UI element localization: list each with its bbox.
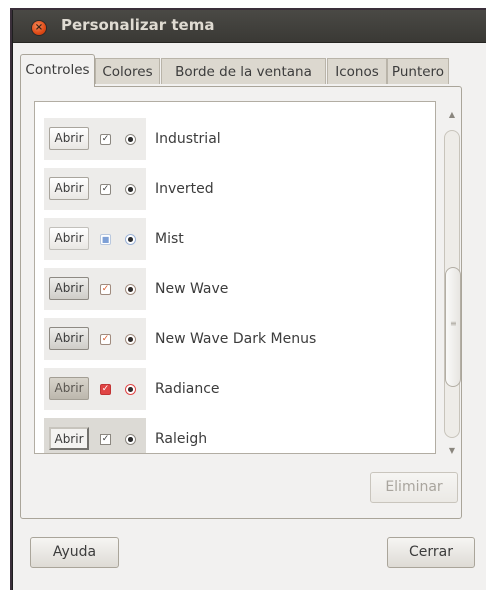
- preview-open-button: Abrir: [49, 127, 89, 150]
- theme-name: Mist: [155, 231, 184, 247]
- theme-name: Industrial: [155, 131, 221, 147]
- theme-name: New Wave: [155, 281, 229, 297]
- theme-row-industrial[interactable]: Abrir ✓ Industrial: [35, 114, 435, 164]
- preview-checkbox-icon: ✓: [100, 284, 111, 295]
- tab-controles[interactable]: Controles: [20, 54, 95, 87]
- preview-checkbox-icon: ✓: [100, 134, 111, 145]
- scroll-track[interactable]: ≡: [444, 130, 461, 438]
- theme-row-new-wave-dark-menus[interactable]: Abrir ✓ New Wave Dark Menus: [35, 314, 435, 364]
- scroll-up-arrow-icon[interactable]: ▲: [446, 110, 458, 122]
- preview-radio-icon: [125, 184, 136, 195]
- preview-open-button: Abrir: [49, 177, 89, 200]
- radio-dot: [128, 387, 133, 392]
- preview-checkbox-icon: ✓: [100, 184, 111, 195]
- eliminar-button[interactable]: Eliminar: [370, 472, 458, 503]
- theme-preview: Abrir ✓: [44, 318, 146, 360]
- preview-radio-icon: [125, 434, 136, 445]
- preview-checkbox-icon: ✓: [100, 384, 111, 395]
- radio-dot: [128, 437, 133, 442]
- theme-name: New Wave Dark Menus: [155, 331, 317, 347]
- scroll-thumb[interactable]: ≡: [445, 267, 461, 387]
- theme-preview: Abrir ■: [44, 218, 146, 260]
- preview-open-button: Abrir: [49, 277, 89, 300]
- preview-radio-icon: [125, 334, 136, 345]
- theme-list: Abrir ✓ Industrial Abrir ✓ Inverted Abri…: [34, 101, 436, 454]
- radio-dot: [128, 237, 133, 242]
- scroll-down-arrow-icon[interactable]: ▼: [446, 446, 458, 458]
- radio-dot: [128, 137, 133, 142]
- theme-preview: Abrir ✓: [44, 168, 146, 210]
- grip-icon: ≡: [450, 319, 457, 328]
- ayuda-button[interactable]: Ayuda: [30, 537, 119, 568]
- theme-name: Raleigh: [155, 431, 208, 447]
- tab-colores[interactable]: Colores: [95, 58, 160, 84]
- radio-dot: [128, 337, 133, 342]
- preview-open-button: Abrir: [49, 327, 89, 350]
- cerrar-button[interactable]: Cerrar: [387, 537, 475, 568]
- preview-radio-icon: [125, 134, 136, 145]
- title-bar: × Personalizar tema: [13, 10, 486, 43]
- radio-dot: [128, 287, 133, 292]
- preview-open-button: Abrir: [49, 377, 89, 400]
- preview-radio-icon: [125, 284, 136, 295]
- preview-checkbox-icon: ■: [100, 234, 111, 245]
- tab-puntero[interactable]: Puntero: [387, 58, 449, 84]
- theme-preview: Abrir ✓: [44, 418, 146, 453]
- theme-row-raleigh[interactable]: Abrir ✓ Raleigh: [35, 414, 435, 453]
- theme-preview: Abrir ✓: [44, 268, 146, 310]
- theme-preview: Abrir ✓: [44, 118, 146, 160]
- theme-preview: Abrir ✓: [44, 368, 146, 410]
- theme-row-inverted[interactable]: Abrir ✓ Inverted: [35, 164, 435, 214]
- theme-row-radiance[interactable]: Abrir ✓ Radiance: [35, 364, 435, 414]
- theme-row-new-wave[interactable]: Abrir ✓ New Wave: [35, 264, 435, 314]
- window-title: Personalizar tema: [61, 16, 215, 34]
- preview-open-button: Abrir: [49, 427, 89, 450]
- theme-name: Inverted: [155, 181, 214, 197]
- preview-radio-icon: [125, 384, 136, 395]
- theme-name: Radiance: [155, 381, 220, 397]
- tab-bar: Controles Colores Borde de la ventana Ic…: [20, 54, 460, 87]
- preview-open-button: Abrir: [49, 227, 89, 250]
- radio-dot: [128, 187, 133, 192]
- close-window-button[interactable]: ×: [32, 21, 46, 35]
- preview-checkbox-icon: ✓: [100, 434, 111, 445]
- close-icon: ×: [34, 22, 44, 33]
- preview-radio-icon: [125, 234, 136, 245]
- tab-iconos[interactable]: Iconos: [327, 58, 387, 84]
- preview-checkbox-icon: ✓: [100, 334, 111, 345]
- tab-borde-ventana[interactable]: Borde de la ventana: [161, 58, 326, 84]
- theme-list-scrollbar[interactable]: ▲ ≡ ▼: [444, 110, 461, 460]
- theme-row-mist[interactable]: Abrir ■ Mist: [35, 214, 435, 264]
